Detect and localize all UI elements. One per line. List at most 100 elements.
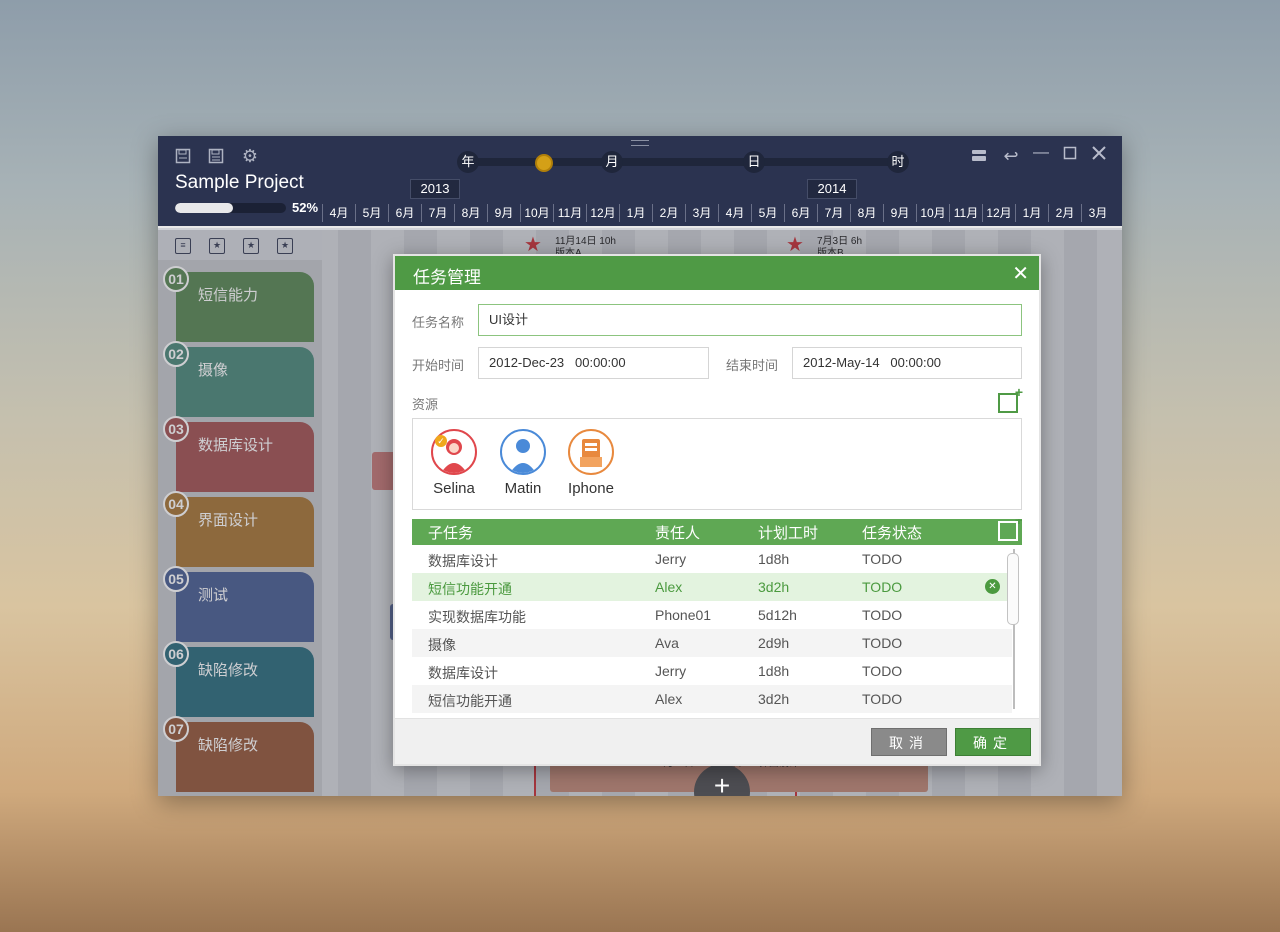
- device-avatar-icon: [568, 429, 614, 475]
- month-label: 8月: [850, 204, 883, 222]
- end-time-input[interactable]: 2012-May-14 00:00:00: [792, 347, 1022, 379]
- end-time-label: 结束时间: [726, 358, 779, 373]
- table-cell: TODO: [862, 663, 903, 679]
- month-label: 4月: [718, 204, 751, 222]
- gantt-app-window: ⚙ Sample Project 52% 年 月 日 时 2013 2014 4…: [158, 136, 1122, 796]
- table-cell: 数据库设计: [428, 665, 498, 681]
- task-name-input[interactable]: UI设计: [478, 304, 1022, 336]
- table-cell: TODO: [862, 635, 903, 651]
- add-resource-icon[interactable]: [998, 384, 1023, 413]
- table-cell: Jerry: [655, 551, 687, 567]
- task-management-dialog: 任务管理 ✕ 任务名称 UI设计 开始时间 2012-Dec-23 00:00:…: [393, 254, 1041, 766]
- month-label: 4月: [322, 204, 355, 222]
- table-cell: Phone01: [655, 607, 712, 623]
- table-cell: 5d12h: [758, 607, 797, 623]
- table-cell: 实现数据库功能: [428, 609, 526, 625]
- dialog-close-icon[interactable]: ✕: [1012, 261, 1029, 286]
- table-row[interactable]: 数据库设计 Jerry 1d8h TODO: [412, 657, 1012, 685]
- zoom-slider-knob[interactable]: [535, 154, 553, 172]
- header: ⚙ Sample Project 52% 年 月 日 时 2013 2014 4…: [158, 136, 1122, 228]
- zoom-stop-hour[interactable]: 时: [887, 151, 909, 173]
- scrollbar-thumb[interactable]: [1007, 553, 1019, 625]
- table-cell: 短信功能开通: [428, 581, 512, 597]
- close-icon[interactable]: [1088, 146, 1110, 165]
- table-cell: 1d8h: [758, 663, 790, 679]
- col-status: 任务状态: [862, 525, 923, 542]
- table-row[interactable]: 短信功能开通 Alex 3d2h TODO: [412, 685, 1012, 713]
- resource-iphone[interactable]: Iphone: [556, 429, 626, 497]
- table-cell: TODO: [862, 551, 903, 567]
- table-row[interactable]: 摄像 Ava 2d9h TODO: [412, 629, 1012, 657]
- dialog-title: 任务管理: [413, 268, 481, 287]
- year-label: 2014: [807, 179, 857, 199]
- resource-selina[interactable]: ✓ Selina: [419, 429, 489, 497]
- table-cell: TODO: [862, 691, 903, 707]
- table-cell: TODO: [862, 607, 903, 623]
- remove-row-icon[interactable]: ✕: [985, 579, 1000, 594]
- month-label: 3月: [685, 204, 718, 222]
- month-label: 2月: [1048, 204, 1081, 222]
- month-label: 7月: [421, 204, 454, 222]
- male-avatar-icon: [500, 429, 546, 475]
- table-cell: 2d9h: [758, 635, 790, 651]
- table-cell: 3d2h: [758, 579, 790, 595]
- table-row[interactable]: 短信功能开通 Alex 3d2h TODO ✕: [412, 573, 1012, 601]
- col-subtask: 子任务: [428, 525, 474, 542]
- resources-label: 资源: [412, 397, 439, 412]
- resource-name: Selina: [433, 480, 475, 497]
- month-label: 2月: [652, 204, 685, 222]
- month-label: 12月: [586, 204, 619, 222]
- month-label: 5月: [751, 204, 784, 222]
- minimize-icon[interactable]: —: [1030, 144, 1052, 162]
- zoom-stop-year[interactable]: 年: [457, 151, 479, 173]
- progress-percent: 52%: [292, 200, 319, 215]
- ok-button[interactable]: 确定: [955, 728, 1031, 756]
- month-label: 10月: [520, 204, 553, 222]
- start-time-label: 开始时间: [412, 358, 465, 373]
- drag-handle-icon[interactable]: [631, 140, 649, 146]
- cancel-button[interactable]: 取消: [871, 728, 947, 756]
- zoom-slider-track[interactable]: [463, 158, 903, 166]
- maximize-icon[interactable]: [1059, 146, 1081, 165]
- table-cell: 摄像: [428, 637, 456, 653]
- month-label: 8月: [454, 204, 487, 222]
- table-cell: Jerry: [655, 663, 687, 679]
- month-label: 5月: [355, 204, 388, 222]
- table-cell: Ava: [655, 635, 679, 651]
- month-ruler: 4月 5月 6月 7月 8月 9月 10月 11月 12月 1月 2月 3月 4月 5月 6月 7月 8月 9月 1…: [322, 204, 1118, 226]
- dialog-header: 任务管理 ✕: [395, 256, 1039, 290]
- selected-check-icon: ✓: [435, 435, 447, 447]
- zoom-stop-day[interactable]: 日: [743, 151, 765, 173]
- save-icon[interactable]: [174, 148, 192, 166]
- table-row[interactable]: 数据库设计 Jerry 1d8h TODO: [412, 545, 1012, 573]
- table-cell: 1d8h: [758, 551, 790, 567]
- month-label: 6月: [388, 204, 421, 222]
- table-row[interactable]: 实现数据库功能 Phone01 5d12h TODO: [412, 601, 1012, 629]
- layers-icon[interactable]: [968, 148, 990, 169]
- subtask-table: 子任务 责任人 计划工时 任务状态 数据库设计Jerry1d8hTODO短信功能…: [412, 519, 1022, 715]
- col-owner: 责任人: [655, 525, 701, 542]
- task-name-label: 任务名称: [412, 315, 465, 330]
- save-as-icon[interactable]: [207, 148, 225, 166]
- resource-matin[interactable]: Matin: [488, 429, 558, 497]
- month-label: 12月: [982, 204, 1015, 222]
- month-label: 1月: [619, 204, 652, 222]
- resource-name: Matin: [504, 480, 542, 497]
- start-time-input[interactable]: 2012-Dec-23 00:00:00: [478, 347, 709, 379]
- month-label: 1月: [1015, 204, 1048, 222]
- add-subtask-icon[interactable]: [998, 519, 1022, 541]
- progress-fill: [175, 203, 233, 213]
- zoom-stop-month[interactable]: 月: [601, 151, 623, 173]
- resources-panel: ✓ Selina Matin Iphone: [412, 418, 1022, 510]
- month-label: 9月: [487, 204, 520, 222]
- gear-icon[interactable]: ⚙: [241, 147, 259, 165]
- month-label: 11月: [949, 204, 982, 222]
- month-label: 9月: [883, 204, 916, 222]
- month-label: 11月: [553, 204, 586, 222]
- table-cell: 数据库设计: [428, 553, 498, 569]
- month-label: 3月: [1081, 204, 1114, 222]
- dialog-footer: 取消 确定: [395, 718, 1039, 764]
- subtask-table-header: 子任务 责任人 计划工时 任务状态: [412, 519, 1022, 545]
- undo-icon[interactable]: ↩: [1000, 146, 1022, 167]
- month-label: 10月: [916, 204, 949, 222]
